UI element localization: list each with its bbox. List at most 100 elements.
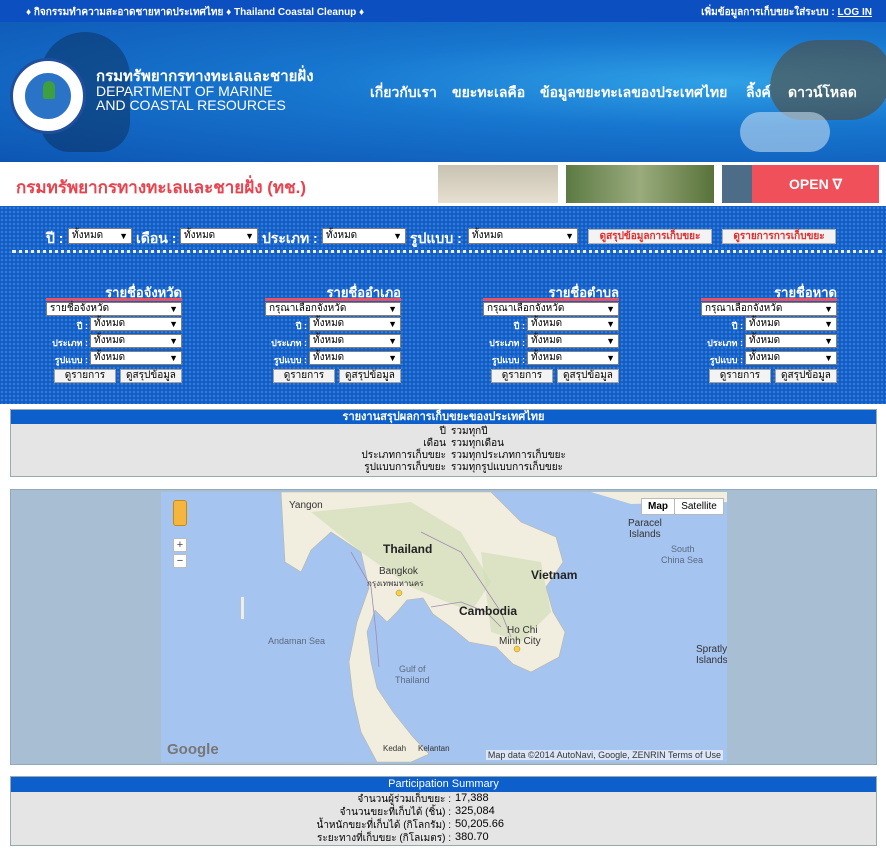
chevron-down-icon: ▼ (169, 353, 178, 363)
map-label-scs-1: South (671, 544, 695, 554)
beach-column: รายชื่อหาด กรุณาเลือกจังหวัด ▼ ปี : ทั้งหม… (701, 282, 837, 383)
district-format-select[interactable]: ทั้งหมด ▼ (309, 351, 401, 365)
banner-photo-side (722, 165, 752, 203)
province-list-button[interactable]: ดูรายการ (54, 369, 116, 383)
chevron-down-icon: ▼ (606, 319, 615, 329)
subdistrict-select[interactable]: กรุณาเลือกจังหวัด ▼ (483, 302, 619, 316)
beach-select[interactable]: กรุณาเลือกจังหวัด ▼ (701, 302, 837, 316)
map-label-bangkok: Bangkok (379, 566, 418, 577)
province-year-select[interactable]: ทั้งหมด ▼ (90, 317, 182, 331)
map-label-paracel-1: Paracel (628, 518, 662, 529)
top-bar: ♦ กิจกรรมทำความสะอาดชายหาดประเทศไทย ♦ Th… (0, 0, 886, 22)
chevron-down-icon: ▼ (824, 353, 833, 363)
subdistrict-type-select[interactable]: ทั้งหมด ▼ (527, 334, 619, 348)
map-frame: Yangon Thailand Bangkok กรุงเทพมหานคร Vi… (10, 489, 877, 765)
month-label: เดือน : (136, 230, 177, 246)
beach-title: รายชื่อหาด (774, 285, 837, 300)
map-label-spratly-1: Spratly (696, 644, 727, 655)
subdistrict-summary-button[interactable]: ดูสรุปข้อมูล (557, 369, 619, 383)
beach-year-select[interactable]: ทั้งหมด ▼ (745, 317, 837, 331)
banner-photo-beach (438, 165, 558, 203)
province-title: รายชื่อจังหวัด (105, 285, 182, 300)
chevron-down-icon: ▼ (393, 231, 402, 241)
chevron-down-icon: ▼ (388, 304, 397, 314)
province-select[interactable]: รายชื่อจังหวัด ▼ (46, 302, 182, 316)
map-label-scs-2: China Sea (661, 555, 704, 565)
subdistrict-year-select[interactable]: ทั้งหมด ▼ (527, 317, 619, 331)
type-select[interactable]: ทั้งหมด ▼ (322, 228, 406, 244)
nav-thai-debris-data[interactable]: ข้อมูลขยะทะเลของประเทศไทย (540, 82, 727, 104)
beach-type-select[interactable]: ทั้งหมด ▼ (745, 334, 837, 348)
beach-list-button[interactable]: ดูรายการ (709, 369, 771, 383)
subdistrict-list-button[interactable]: ดูรายการ (491, 369, 553, 383)
month-select[interactable]: ทั้งหมด ▼ (180, 228, 258, 244)
year-select[interactable]: ทั้งหมด ▼ (68, 228, 132, 244)
map-type-map-button[interactable]: Map (641, 498, 675, 515)
report-title: รายงานสรุปผลการเก็บขยะของประเทศไทย (11, 410, 876, 424)
google-map[interactable]: Yangon Thailand Bangkok กรุงเทพมหานคร Vi… (161, 492, 727, 762)
map-label-andaman: Andaman Sea (268, 636, 326, 646)
map-label-bangkok-thai: กรุงเทพมหานคร (367, 579, 424, 588)
google-logo: Google (167, 741, 219, 758)
view-summary-button[interactable]: ดูสรุปข้อมูลการเก็บขยะ (588, 229, 712, 244)
map-label-hochiminh-2: Minh City (499, 636, 541, 647)
district-list-button[interactable]: ดูรายการ (273, 369, 335, 383)
participation-row: จำนวนขยะที่เก็บได้ (ชิ้น) :325,084 (339, 805, 495, 818)
format-select[interactable]: ทั้งหมด ▼ (468, 228, 578, 244)
department-logo[interactable] (10, 58, 86, 134)
beach-format-select[interactable]: ทั้งหมด ▼ (745, 351, 837, 365)
login-link[interactable]: LOG IN (838, 7, 872, 18)
nav-download[interactable]: ดาวน์โหลด (788, 82, 857, 104)
district-column: รายชื่ออำเภอ กรุณาเลือกจังหวัด ▼ ปี : ทั้ง… (265, 282, 401, 383)
subdistrict-format-select[interactable]: ทั้งหมด ▼ (527, 351, 619, 365)
view-list-button[interactable]: ดูรายการการเก็บขยะ (722, 229, 836, 244)
year-label: ปี : (46, 230, 64, 246)
chevron-down-icon: ▼ (565, 231, 574, 241)
map-label-yangon: Yangon (289, 500, 323, 511)
province-format-label: รูปแบบ : (54, 355, 88, 365)
beach-type-label: ประเภท : (707, 338, 743, 348)
nav-links[interactable]: ลิ้งค์ (746, 82, 771, 104)
chevron-down-icon: ▼ (388, 319, 397, 329)
org-name-english-2: AND COASTAL RESOURCES (96, 97, 286, 113)
district-year-select[interactable]: ทั้งหมด ▼ (309, 317, 401, 331)
format-label: รูปแบบ : (410, 230, 462, 246)
nav-about[interactable]: เกี่ยวกับเรา (370, 82, 437, 104)
district-type-select[interactable]: ทั้งหมด ▼ (309, 334, 401, 348)
province-year-label: ปี : (76, 321, 88, 331)
chevron-down-icon: ▼ (388, 336, 397, 346)
header-turtle-image (770, 40, 886, 120)
chevron-down-icon: ▼ (169, 304, 178, 314)
district-summary-button[interactable]: ดูสรุปข้อมูล (339, 369, 401, 383)
beach-summary-button[interactable]: ดูสรุปข้อมูล (775, 369, 837, 383)
map-label-vietnam: Vietnam (531, 568, 578, 582)
beach-year-label: ปี : (731, 321, 743, 331)
province-type-select[interactable]: ทั้งหมด ▼ (90, 334, 182, 348)
nav-marine-debris[interactable]: ขยะทะเลคือ (452, 82, 525, 104)
map-label-spratly-2: Islands (696, 655, 727, 666)
global-filter-bar: ปี : ทั้งหมด ▼ เดือน : ทั้งหมด ▼ ประเภท : … (0, 226, 886, 248)
participation-row: ระยะทางที่เก็บขยะ (กิโลเมตร) :380.70 (317, 831, 489, 844)
district-type-label: ประเภท : (271, 338, 307, 348)
chevron-down-icon: ▼ (824, 319, 833, 329)
province-format-select[interactable]: ทั้งหมด ▼ (90, 351, 182, 365)
participation-title: Participation Summary (11, 777, 876, 792)
province-summary-button[interactable]: ดูสรุปข้อมูล (120, 369, 182, 383)
open-button[interactable]: OPEN ∇ (752, 165, 879, 203)
street-view-pegman-icon[interactable] (173, 500, 187, 526)
site-header: กรมทรัพยากรทางทะเลและชายฝั่ง DEPARTMENT … (0, 22, 886, 162)
chevron-down-icon: ▼ (606, 336, 615, 346)
map-label-kedah: Kedah (383, 744, 407, 753)
zoom-in-button[interactable]: + (173, 538, 187, 552)
zoom-out-button[interactable]: − (173, 554, 187, 568)
province-type-label: ประเภท : (52, 338, 88, 348)
district-year-label: ปี : (295, 321, 307, 331)
subdistrict-format-label: รูปแบบ : (491, 355, 525, 365)
map-type-satellite-button[interactable]: Satellite (674, 498, 724, 515)
map-label-cambodia: Cambodia (459, 604, 518, 618)
subdistrict-year-label: ปี : (513, 321, 525, 331)
chevron-down-icon: ▼ (824, 336, 833, 346)
district-select[interactable]: กรุณาเลือกจังหวัด ▼ (265, 302, 401, 316)
beach-format-label: รูปแบบ : (709, 355, 743, 365)
report-row: ปี รวมทุกปี (439, 426, 488, 437)
